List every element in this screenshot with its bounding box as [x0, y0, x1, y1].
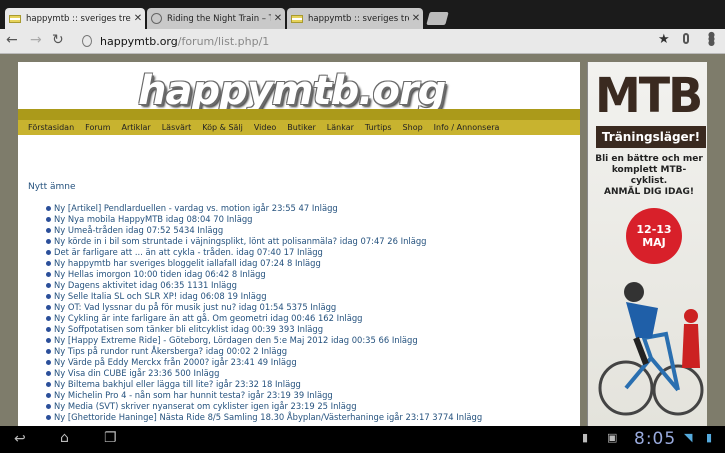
- sd-card-icon: ▮: [582, 431, 589, 444]
- ad-cta: ANMÄL DIG IDAG!: [604, 187, 694, 197]
- close-tab-icon[interactable]: ✕: [271, 13, 285, 24]
- battery-icon: ▮: [706, 431, 713, 444]
- post-link[interactable]: Ny körde in i bil som struntade i väjnin…: [46, 236, 584, 247]
- reload-icon[interactable]: ↻: [52, 32, 64, 48]
- new-topic-link[interactable]: Nytt ämne: [28, 182, 76, 192]
- post-link[interactable]: Ny Tips på rundor runt Åkersberga? idag …: [46, 346, 584, 357]
- tab-title: happymtb :: sveriges trevlig: [308, 13, 409, 24]
- nav-link-forstasidan[interactable]: Förstasidan: [28, 123, 74, 132]
- ad-subtitle: Träningsläger!: [596, 126, 706, 148]
- ad-body: Bli en bättre och mer komplett MTB-cykli…: [594, 154, 704, 198]
- nav-link-forum[interactable]: Forum: [85, 123, 110, 132]
- back-arrow-icon[interactable]: ←: [6, 32, 18, 48]
- nav-strip: [18, 109, 580, 120]
- post-link[interactable]: Ny Nya mobila HappyMTB idag 08:04 70 Inl…: [46, 214, 584, 225]
- ad-date-badge: 12-13 MAJ: [626, 208, 682, 264]
- loading-icon: [151, 13, 162, 24]
- browser-toolbar: ← → ↻ happymtb.org/forum/list.php/1 ★ ● ●…: [0, 29, 725, 54]
- tab-title: happymtb :: sveriges trevlig: [26, 13, 131, 24]
- site-logo[interactable]: happymtb.org: [138, 68, 478, 114]
- tab-riding-night-train[interactable]: Riding the Night Train – Tips ✕: [147, 8, 285, 29]
- post-link[interactable]: Ny Selle Italia SL och SLR XP! idag 06:0…: [46, 291, 584, 302]
- status-clock: 8:05: [634, 429, 677, 449]
- post-link[interactable]: Ny [Happy Extreme Ride] - Göteborg, Lörd…: [46, 335, 584, 346]
- forum-page: happymtb.org Förstasidan Forum Artiklar …: [18, 62, 580, 426]
- post-link[interactable]: Det är farligare att ... än att cykla - …: [46, 247, 584, 258]
- nav-link-video[interactable]: Video: [254, 123, 276, 132]
- tab-happymtb-2[interactable]: happymtb :: sveriges trevlig ✕: [287, 8, 423, 29]
- back-icon[interactable]: ↩: [14, 431, 26, 447]
- web-viewport: happymtb.org Förstasidan Forum Artiklar …: [0, 54, 725, 426]
- nav-link-artiklar[interactable]: Artiklar: [122, 123, 151, 132]
- post-link[interactable]: Ny OT: Vad lyssnar du på för musik just …: [46, 302, 584, 313]
- post-link[interactable]: Ny Hellas imorgon 10:00 tiden idag 06:42…: [46, 269, 584, 280]
- tab-title: Riding the Night Train – Tips: [167, 13, 271, 24]
- url-path: /forum/list.php/1: [177, 35, 270, 48]
- post-link[interactable]: Ny [Ghettoride Haninge] Nästa Ride 8/5 S…: [46, 412, 584, 423]
- nav-link-shop[interactable]: Shop: [403, 123, 423, 132]
- post-link[interactable]: Ny Dagens aktivitet idag 06:35 1131 Inlä…: [46, 280, 584, 291]
- new-tab-button[interactable]: [426, 12, 449, 25]
- site-nav: Förstasidan Forum Artiklar Läsvärt Köp &…: [18, 109, 580, 135]
- home-icon[interactable]: ⌂: [60, 430, 69, 446]
- post-list: Ny [Artikel] Pendlarduellen - vardag vs.…: [46, 203, 584, 423]
- mtb-training-camp-ad[interactable]: MTB Träningsläger! Bli en bättre och mer…: [587, 62, 707, 426]
- nav-link-info-annonsera[interactable]: Info / Annonsera: [434, 123, 500, 132]
- nav-link-lasvart[interactable]: Läsvärt: [162, 123, 192, 132]
- address-bar[interactable]: happymtb.org/forum/list.php/1: [74, 32, 724, 51]
- post-link[interactable]: Ny Umeå-tråden idag 07:52 5434 Inlägg: [46, 225, 584, 236]
- cyclist-illustration-icon: [598, 282, 704, 416]
- nav-link-kop-salj[interactable]: Köp & Sälj: [202, 123, 243, 132]
- bookmark-star-icon[interactable]: ★: [658, 32, 670, 47]
- forward-arrow-icon[interactable]: →: [30, 32, 42, 48]
- post-link[interactable]: Ny Biltema bakhjul eller lägga till lite…: [46, 379, 584, 390]
- post-link[interactable]: Ny Cykling är inte farligare än att gå. …: [46, 313, 584, 324]
- menu-icon[interactable]: ● ● ●: [708, 31, 715, 47]
- page-info-icon: [82, 35, 92, 47]
- close-tab-icon[interactable]: ✕: [409, 13, 423, 24]
- post-link[interactable]: Ny [Artikel] Pendlarduellen - vardag vs.…: [46, 203, 584, 214]
- happymtb-favicon-icon: [9, 14, 21, 23]
- nav-link-lankar[interactable]: Länkar: [327, 123, 354, 132]
- nav-link-turtips[interactable]: Turtips: [365, 123, 392, 132]
- microphone-icon[interactable]: [683, 33, 689, 44]
- post-link[interactable]: Ny Soffpotatisen som tänker bli elitcykl…: [46, 324, 584, 335]
- post-link[interactable]: Ny Media (SVT) skriver nyanserat om cykl…: [46, 401, 584, 412]
- system-bar: ↩ ⌂ ❐ ▮ ▣ 8:05 ◥ ▮: [0, 426, 725, 453]
- close-tab-icon[interactable]: ✕: [131, 13, 145, 24]
- url-host: happymtb.org: [100, 35, 178, 48]
- happymtb-favicon-icon: [291, 14, 303, 23]
- wifi-icon: ◥: [684, 431, 693, 444]
- nav-link-butiker[interactable]: Butiker: [287, 123, 315, 132]
- tab-strip: happymtb :: sveriges trevlig ✕ Riding th…: [0, 0, 725, 29]
- post-link[interactable]: Ny Visa din CUBE igår 23:36 500 Inlägg: [46, 368, 584, 379]
- ad-title: MTB: [595, 66, 703, 124]
- post-link[interactable]: Ny happymtb har sveriges bloggelit ialla…: [46, 258, 584, 269]
- post-link[interactable]: Ny Värde på Eddy Merckx från 2000? igår …: [46, 357, 584, 368]
- ad-body-text: Bli en bättre och mer komplett MTB-cykli…: [595, 154, 703, 186]
- recent-apps-icon[interactable]: ❐: [104, 430, 117, 446]
- post-link[interactable]: Ny Michelin Pro 4 - nån som har hunnit t…: [46, 390, 584, 401]
- gallery-icon: ▣: [607, 431, 618, 444]
- tab-happymtb-1[interactable]: happymtb :: sveriges trevlig ✕: [5, 8, 145, 29]
